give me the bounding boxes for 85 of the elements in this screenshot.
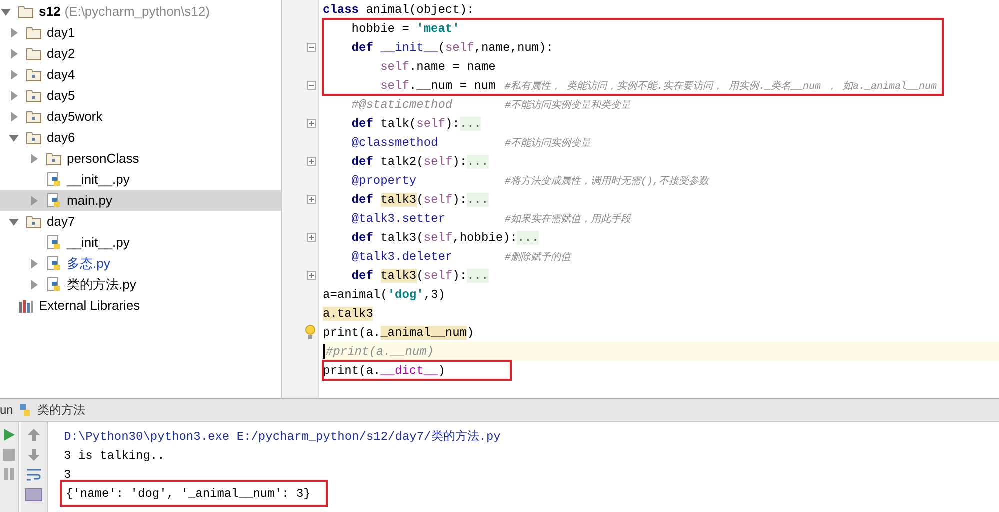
up-arrow-icon[interactable]: [27, 428, 41, 442]
tree-item[interactable]: day7: [0, 211, 281, 232]
code-text: @talk3.deleter: [350, 250, 454, 264]
folder-icon: [26, 24, 42, 40]
code-text: @property: [350, 174, 418, 188]
expand-arrow-icon[interactable]: [28, 278, 40, 290]
print-icon[interactable]: [25, 488, 43, 502]
code-text: a.talk3: [323, 306, 374, 320]
pause-icon[interactable]: [3, 468, 15, 480]
run-icon[interactable]: [2, 428, 16, 442]
tree-item[interactable]: 类的方法.py: [0, 274, 281, 295]
tree-item[interactable]: day6: [0, 127, 281, 148]
library-icon: [18, 298, 34, 314]
lightbulb-icon[interactable]: [305, 325, 316, 340]
tree-item[interactable]: day2: [0, 43, 281, 64]
tree-item[interactable]: 多态.py: [0, 253, 281, 274]
tree-item[interactable]: day4: [0, 64, 281, 85]
down-arrow-icon[interactable]: [27, 448, 41, 462]
code-text: class animal(object):: [323, 2, 476, 16]
expand-arrow-icon[interactable]: [8, 110, 20, 122]
code-text: #print(a.__num): [326, 344, 436, 358]
code-text: def talk3(self):...: [350, 268, 490, 282]
expand-arrow-icon[interactable]: [28, 152, 40, 164]
code-text: self.__num = num: [380, 78, 497, 92]
tree-item[interactable]: External Libraries: [0, 295, 281, 316]
code-text: self.name = name: [380, 60, 497, 74]
tree-item[interactable]: personClass: [0, 148, 281, 169]
code-text: @talk3.setter: [350, 212, 446, 226]
code-text: #@staticmethod: [350, 98, 454, 112]
unfold-icon[interactable]: [307, 195, 316, 204]
run-tab-label[interactable]: un: [0, 403, 14, 417]
python-file-icon: [46, 192, 62, 208]
code-text: a=animal('dog',3): [323, 288, 446, 302]
code-comment: #不能访问实例变量和类变量: [505, 98, 632, 112]
fold-end-icon[interactable]: [307, 81, 316, 90]
run-config-name[interactable]: 类的方法: [37, 402, 86, 418]
python-file-icon: [46, 276, 62, 292]
code-comment: #删除赋予的值: [505, 250, 572, 264]
package-folder-icon: [26, 88, 42, 104]
tree-item[interactable]: day5: [0, 85, 281, 106]
code-text: def talk(self):...: [350, 116, 482, 130]
code-text: print(a._animal__num): [323, 326, 476, 340]
python-file-icon: [46, 234, 62, 250]
console-output-line: D:\Python30\python3.exe E:/pycharm_python/s12/day7/类的方法.py: [64, 428, 501, 446]
code-text: @classmethod: [350, 136, 440, 150]
tree-item[interactable]: __init__.py: [0, 232, 281, 253]
console-output-line: 3 is talking..: [64, 448, 166, 464]
expand-arrow-icon[interactable]: [8, 90, 20, 102]
package-folder-icon: [26, 214, 42, 230]
code-comment: #将方法变成属性，调用时无需(),不接受参数: [505, 174, 710, 188]
unfold-icon[interactable]: [307, 157, 316, 166]
tree-item[interactable]: s12 (E:\pycharm_python\s12): [0, 1, 281, 22]
python-file-icon: [46, 256, 62, 272]
folder-icon: [26, 46, 42, 62]
unfold-icon[interactable]: [307, 271, 316, 280]
code-text: def __init__(self,name,num):: [350, 40, 554, 54]
soft-wrap-icon[interactable]: [26, 468, 42, 482]
fold-icon[interactable]: [307, 43, 316, 52]
expand-arrow-icon[interactable]: [28, 258, 40, 270]
unfold-icon[interactable]: [307, 119, 316, 128]
code-comment: #不能访问实例变量: [505, 136, 592, 150]
package-folder-icon: [26, 108, 42, 124]
expand-arrow-icon[interactable]: [8, 48, 20, 60]
folder-icon: [18, 4, 34, 20]
expand-arrow-icon[interactable]: [28, 194, 40, 206]
expand-arrow-icon[interactable]: [8, 68, 20, 80]
code-text: print(a.__dict__): [323, 364, 446, 378]
code-text: def talk3(self,hobbie):...: [350, 230, 540, 244]
tree-item[interactable]: main.py: [0, 190, 281, 211]
code-text: hobbie = 'meat': [350, 22, 461, 36]
expand-arrow-icon[interactable]: [8, 26, 20, 38]
console-output-line: 3: [64, 466, 72, 484]
code-text: def talk2(self):...: [350, 154, 490, 168]
tree-item[interactable]: day5work: [0, 106, 281, 127]
package-folder-icon: [26, 130, 42, 146]
unfold-icon[interactable]: [307, 233, 316, 242]
code-comment: #私有属性， 类能访问，实例不能.实在要访问， 用实例._类名__num ， 如a._animal__num: [505, 80, 938, 92]
package-folder-icon: [26, 66, 42, 82]
code-comment: #如果实在需赋值，用此手段: [505, 212, 632, 226]
tree-item[interactable]: day1: [0, 22, 281, 43]
python-file-icon: [46, 172, 62, 188]
package-folder-icon: [46, 150, 62, 166]
text-cursor: [323, 344, 325, 359]
tree-item[interactable]: __init__.py: [0, 169, 281, 190]
code-text: def talk3(self):...: [350, 192, 490, 206]
